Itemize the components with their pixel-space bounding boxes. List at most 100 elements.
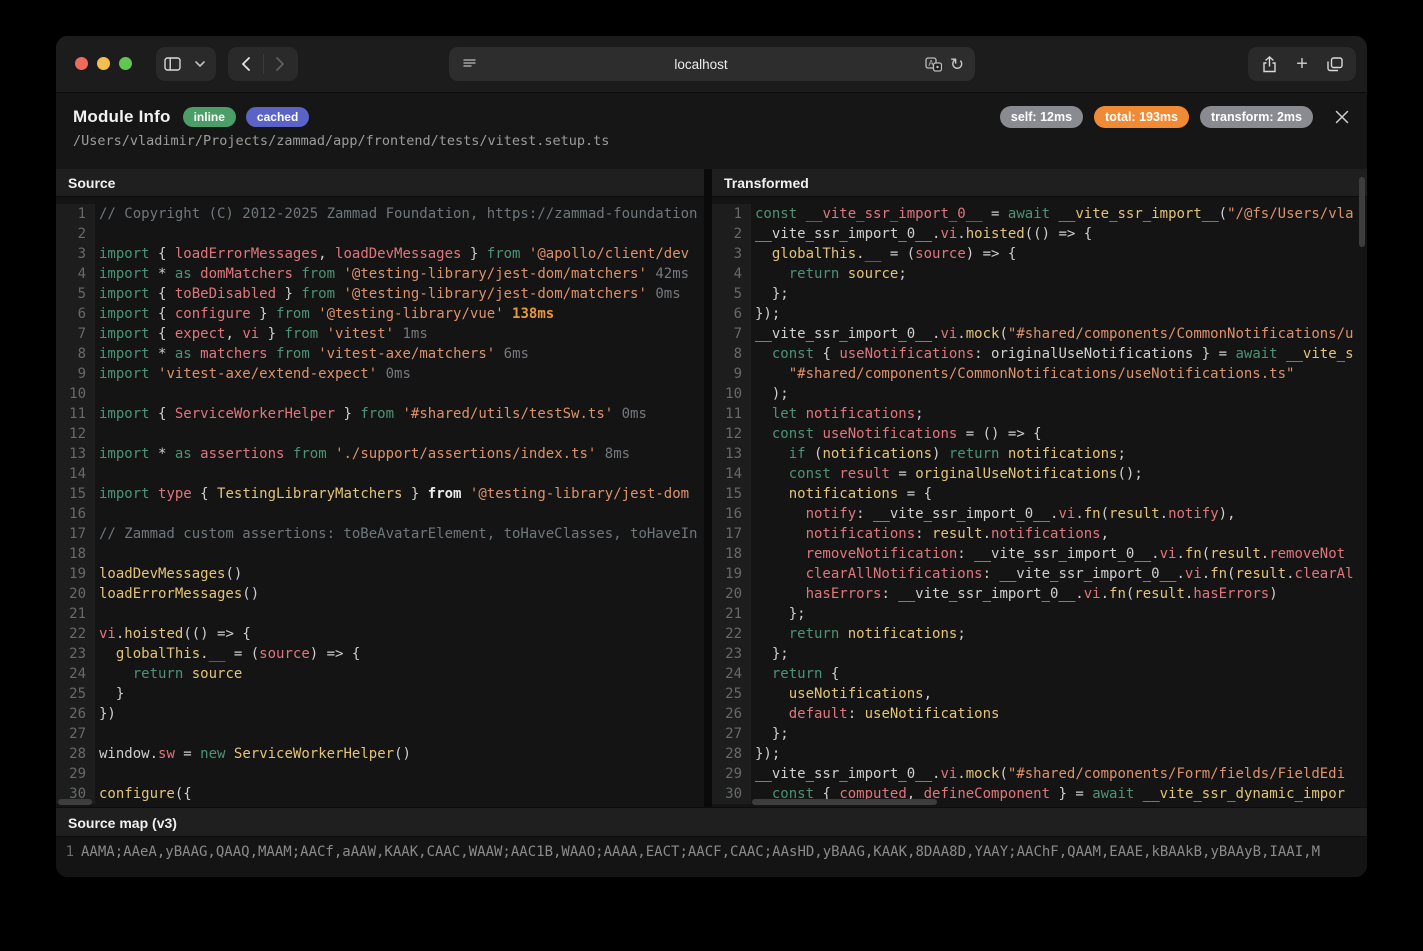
tabs-overview-icon[interactable] (1323, 52, 1347, 76)
line-content: // Copyright (C) 2012-2025 Zammad Founda… (95, 204, 697, 224)
code-line: 12 const useNotifications = () => { (712, 424, 1367, 444)
line-content: return source; (751, 264, 907, 284)
line-content: }; (751, 604, 806, 624)
code-line: 20loadErrorMessages() (56, 584, 704, 604)
code-line: 29 (56, 764, 704, 784)
minimize-window-button[interactable] (97, 57, 110, 70)
line-number: 28 (712, 744, 751, 764)
code-line: 21 }; (712, 604, 1367, 624)
transformed-panel-title: Transformed (712, 169, 1367, 197)
line-number: 26 (56, 704, 95, 724)
line-number: 8 (712, 344, 751, 364)
badge-cached: cached (246, 107, 309, 127)
line-content: import { configure } from '@testing-libr… (95, 304, 554, 324)
line-content (95, 424, 99, 444)
code-line: 6}); (712, 304, 1367, 324)
line-content (95, 544, 99, 564)
line-content: import { ServiceWorkerHelper } from '#sh… (95, 404, 647, 424)
line-content: import { loadErrorMessages, loadDevMessa… (95, 244, 689, 264)
line-number: 17 (56, 524, 95, 544)
line-number: 9 (56, 364, 95, 384)
zoom-window-button[interactable] (119, 57, 132, 70)
line-number: 4 (712, 264, 751, 284)
share-icon[interactable] (1257, 52, 1281, 76)
reload-icon[interactable]: ↻ (945, 52, 969, 76)
transformed-hscrollbar-thumb[interactable] (752, 799, 937, 805)
line-content: }); (751, 304, 780, 324)
line-content: useNotifications, (751, 684, 932, 704)
line-number: 3 (712, 244, 751, 264)
line-content: hasErrors: __vite_ssr_import_0__.vi.fn(r… (751, 584, 1278, 604)
forward-button[interactable] (269, 52, 293, 76)
page-format-icon[interactable] (457, 52, 481, 76)
translate-icon[interactable]: A (921, 52, 945, 76)
code-line: 26}) (56, 704, 704, 724)
code-line: 23 }; (712, 644, 1367, 664)
line-number: 16 (56, 504, 95, 524)
line-content: }); (751, 744, 780, 764)
line-number: 10 (712, 384, 751, 404)
line-number: 26 (712, 704, 751, 724)
transformed-vscrollbar-thumb[interactable] (1359, 177, 1365, 247)
line-number: 2 (56, 224, 95, 244)
code-line: 18 removeNotification: __vite_ssr_import… (712, 544, 1367, 564)
code-line: 25 useNotifications, (712, 684, 1367, 704)
code-line: 13import * as assertions from './support… (56, 444, 704, 464)
line-content: window.sw = new ServiceWorkerHelper() (95, 744, 411, 764)
line-content: configure({ (95, 784, 192, 804)
panel-divider[interactable] (704, 169, 712, 807)
code-line: 14 const result = originalUseNotificatio… (712, 464, 1367, 484)
source-panel: Source 1// Copyright (C) 2012-2025 Zamma… (56, 169, 704, 807)
line-content: notify: __vite_ssr_import_0__.vi.fn(resu… (751, 504, 1236, 524)
toolbar-right-buttons: + (1248, 47, 1356, 81)
line-number: 24 (712, 664, 751, 684)
code-line: 1const __vite_ssr_import_0__ = await __v… (712, 204, 1367, 224)
line-content (95, 384, 99, 404)
close-icon[interactable] (1333, 108, 1351, 126)
line-content: __vite_ssr_import_0__.vi.mock("#shared/c… (751, 764, 1345, 784)
line-content: vi.hoisted(() => { (95, 624, 251, 644)
address-bar[interactable]: localhost A ↻ (449, 47, 975, 81)
line-number: 27 (712, 724, 751, 744)
line-content: }) (95, 704, 116, 724)
code-line: 19 clearAllNotifications: __vite_ssr_imp… (712, 564, 1367, 584)
line-number: 2 (712, 224, 751, 244)
new-tab-icon[interactable]: + (1290, 52, 1314, 76)
code-line: 5import { toBeDisabled } from '@testing-… (56, 284, 704, 304)
line-content: removeNotification: __vite_ssr_import_0_… (751, 544, 1345, 564)
line-number: 10 (56, 384, 95, 404)
line-number: 18 (56, 544, 95, 564)
line-content (95, 464, 99, 484)
sidebar-toggle-button[interactable] (156, 47, 216, 81)
back-button[interactable] (233, 52, 257, 76)
code-line: 8 const { useNotifications: originalUseN… (712, 344, 1367, 364)
browser-window: localhost A ↻ + (56, 36, 1367, 877)
line-number: 15 (712, 484, 751, 504)
code-line: 30configure({ (56, 784, 704, 804)
line-number: 16 (712, 504, 751, 524)
sourcemap-title: Source map (v3) (56, 807, 1367, 837)
line-number: 24 (56, 664, 95, 684)
chevron-down-icon (188, 52, 212, 76)
line-number: 22 (712, 624, 751, 644)
line-content (95, 504, 99, 524)
line-content: import { expect, vi } from 'vitest' 1ms (95, 324, 428, 344)
line-number: 23 (712, 644, 751, 664)
code-line: 10 ); (712, 384, 1367, 404)
line-content: import * as assertions from './support/a… (95, 444, 630, 464)
close-window-button[interactable] (75, 57, 88, 70)
transformed-code: 1const __vite_ssr_import_0__ = await __v… (712, 197, 1367, 807)
line-number: 28 (56, 744, 95, 764)
code-panels: Source 1// Copyright (C) 2012-2025 Zamma… (56, 169, 1367, 807)
source-hscrollbar-thumb[interactable] (58, 799, 92, 805)
line-content: return source (95, 664, 242, 684)
code-line: 8import * as matchers from 'vitest-axe/m… (56, 344, 704, 364)
line-content (95, 224, 99, 244)
line-content: __vite_ssr_import_0__.vi.hoisted(() => { (751, 224, 1092, 244)
line-number: 17 (712, 524, 751, 544)
line-number: 11 (56, 404, 95, 424)
line-number: 22 (56, 624, 95, 644)
line-number: 13 (712, 444, 751, 464)
line-number: 15 (56, 484, 95, 504)
line-content: }; (751, 284, 789, 304)
